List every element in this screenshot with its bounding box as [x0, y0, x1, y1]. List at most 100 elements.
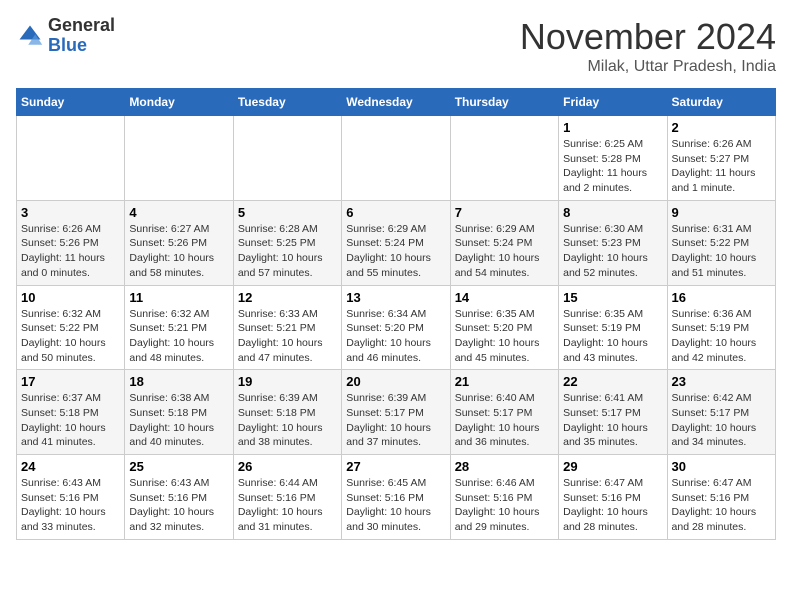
calendar-table: SundayMondayTuesdayWednesdayThursdayFrid…	[16, 88, 776, 540]
day-info: Sunrise: 6:32 AMSunset: 5:21 PMDaylight:…	[129, 307, 228, 366]
day-number: 25	[129, 459, 228, 474]
calendar-cell: 29 Sunrise: 6:47 AMSunset: 5:16 PMDayligh…	[559, 455, 667, 540]
calendar-cell: 12 Sunrise: 6:33 AMSunset: 5:21 PMDayligh…	[233, 285, 341, 370]
day-number: 14	[455, 290, 554, 305]
calendar-cell: 18 Sunrise: 6:38 AMSunset: 5:18 PMDayligh…	[125, 370, 233, 455]
calendar-cell: 19 Sunrise: 6:39 AMSunset: 5:18 PMDayligh…	[233, 370, 341, 455]
day-info: Sunrise: 6:33 AMSunset: 5:21 PMDaylight:…	[238, 307, 337, 366]
weekday-header-tuesday: Tuesday	[233, 89, 341, 116]
calendar-week-0: 1 Sunrise: 6:25 AMSunset: 5:28 PMDaylight…	[17, 116, 776, 201]
day-number: 1	[563, 120, 662, 135]
day-number: 3	[21, 205, 120, 220]
calendar-cell: 25 Sunrise: 6:43 AMSunset: 5:16 PMDayligh…	[125, 455, 233, 540]
day-info: Sunrise: 6:35 AMSunset: 5:20 PMDaylight:…	[455, 307, 554, 366]
logo-general: General	[48, 15, 115, 35]
day-info: Sunrise: 6:41 AMSunset: 5:17 PMDaylight:…	[563, 391, 662, 450]
day-number: 17	[21, 374, 120, 389]
day-info: Sunrise: 6:46 AMSunset: 5:16 PMDaylight:…	[455, 476, 554, 535]
day-info: Sunrise: 6:25 AMSunset: 5:28 PMDaylight:…	[563, 137, 662, 196]
calendar-week-4: 24 Sunrise: 6:43 AMSunset: 5:16 PMDayligh…	[17, 455, 776, 540]
calendar-cell: 24 Sunrise: 6:43 AMSunset: 5:16 PMDayligh…	[17, 455, 125, 540]
calendar-header: SundayMondayTuesdayWednesdayThursdayFrid…	[17, 89, 776, 116]
day-number: 13	[346, 290, 445, 305]
calendar-cell: 10Sunrise: 6:32 AMSunset: 5:22 PMDayligh…	[17, 285, 125, 370]
calendar-cell	[233, 116, 341, 201]
calendar-cell: 28 Sunrise: 6:46 AMSunset: 5:16 PMDayligh…	[450, 455, 558, 540]
day-info: Sunrise: 6:47 AMSunset: 5:16 PMDaylight:…	[672, 476, 771, 535]
day-number: 26	[238, 459, 337, 474]
weekday-header-row: SundayMondayTuesdayWednesdayThursdayFrid…	[17, 89, 776, 116]
calendar-cell: 20Sunrise: 6:39 AMSunset: 5:17 PMDayligh…	[342, 370, 450, 455]
day-info: Sunrise: 6:27 AMSunset: 5:26 PMDaylight:…	[129, 222, 228, 281]
calendar-cell: 3 Sunrise: 6:26 AMSunset: 5:26 PMDaylight…	[17, 200, 125, 285]
month-title: November 2024	[520, 16, 776, 58]
calendar-week-3: 17Sunrise: 6:37 AMSunset: 5:18 PMDayligh…	[17, 370, 776, 455]
calendar-cell: 8 Sunrise: 6:30 AMSunset: 5:23 PMDaylight…	[559, 200, 667, 285]
weekday-header-monday: Monday	[125, 89, 233, 116]
calendar-cell: 14 Sunrise: 6:35 AMSunset: 5:20 PMDayligh…	[450, 285, 558, 370]
weekday-header-friday: Friday	[559, 89, 667, 116]
day-number: 16	[672, 290, 771, 305]
calendar-cell: 11 Sunrise: 6:32 AMSunset: 5:21 PMDayligh…	[125, 285, 233, 370]
day-info: Sunrise: 6:29 AMSunset: 5:24 PMDaylight:…	[455, 222, 554, 281]
day-info: Sunrise: 6:35 AMSunset: 5:19 PMDaylight:…	[563, 307, 662, 366]
day-info: Sunrise: 6:26 AMSunset: 5:27 PMDaylight:…	[672, 137, 771, 196]
day-number: 11	[129, 290, 228, 305]
calendar-cell	[450, 116, 558, 201]
day-number: 6	[346, 205, 445, 220]
weekday-header-thursday: Thursday	[450, 89, 558, 116]
calendar-cell: 22Sunrise: 6:41 AMSunset: 5:17 PMDayligh…	[559, 370, 667, 455]
day-number: 24	[21, 459, 120, 474]
day-info: Sunrise: 6:39 AMSunset: 5:18 PMDaylight:…	[238, 391, 337, 450]
day-number: 18	[129, 374, 228, 389]
day-number: 8	[563, 205, 662, 220]
day-number: 12	[238, 290, 337, 305]
day-number: 28	[455, 459, 554, 474]
calendar-cell	[17, 116, 125, 201]
day-info: Sunrise: 6:43 AMSunset: 5:16 PMDaylight:…	[21, 476, 120, 535]
day-info: Sunrise: 6:31 AMSunset: 5:22 PMDaylight:…	[672, 222, 771, 281]
day-info: Sunrise: 6:30 AMSunset: 5:23 PMDaylight:…	[563, 222, 662, 281]
day-info: Sunrise: 6:44 AMSunset: 5:16 PMDaylight:…	[238, 476, 337, 535]
day-info: Sunrise: 6:26 AMSunset: 5:26 PMDaylight:…	[21, 222, 120, 281]
calendar-cell: 17Sunrise: 6:37 AMSunset: 5:18 PMDayligh…	[17, 370, 125, 455]
day-info: Sunrise: 6:38 AMSunset: 5:18 PMDaylight:…	[129, 391, 228, 450]
day-number: 23	[672, 374, 771, 389]
calendar-cell: 9Sunrise: 6:31 AMSunset: 5:22 PMDaylight…	[667, 200, 775, 285]
calendar-cell: 1 Sunrise: 6:25 AMSunset: 5:28 PMDaylight…	[559, 116, 667, 201]
calendar-week-2: 10Sunrise: 6:32 AMSunset: 5:22 PMDayligh…	[17, 285, 776, 370]
day-info: Sunrise: 6:40 AMSunset: 5:17 PMDaylight:…	[455, 391, 554, 450]
day-info: Sunrise: 6:32 AMSunset: 5:22 PMDaylight:…	[21, 307, 120, 366]
day-info: Sunrise: 6:47 AMSunset: 5:16 PMDaylight:…	[563, 476, 662, 535]
title-area: November 2024 Milak, Uttar Pradesh, Indi…	[520, 16, 776, 76]
day-number: 21	[455, 374, 554, 389]
day-number: 19	[238, 374, 337, 389]
day-info: Sunrise: 6:43 AMSunset: 5:16 PMDaylight:…	[129, 476, 228, 535]
day-number: 15	[563, 290, 662, 305]
day-number: 29	[563, 459, 662, 474]
calendar-cell: 5 Sunrise: 6:28 AMSunset: 5:25 PMDaylight…	[233, 200, 341, 285]
day-info: Sunrise: 6:39 AMSunset: 5:17 PMDaylight:…	[346, 391, 445, 450]
logo-icon	[16, 22, 44, 50]
day-number: 5	[238, 205, 337, 220]
calendar-cell: 30 Sunrise: 6:47 AMSunset: 5:16 PMDayligh…	[667, 455, 775, 540]
calendar-cell: 15 Sunrise: 6:35 AMSunset: 5:19 PMDayligh…	[559, 285, 667, 370]
logo: General Blue	[16, 16, 115, 56]
calendar-cell: 16Sunrise: 6:36 AMSunset: 5:19 PMDayligh…	[667, 285, 775, 370]
calendar-cell: 27Sunrise: 6:45 AMSunset: 5:16 PMDayligh…	[342, 455, 450, 540]
day-info: Sunrise: 6:28 AMSunset: 5:25 PMDaylight:…	[238, 222, 337, 281]
calendar-cell: 4Sunrise: 6:27 AMSunset: 5:26 PMDaylight…	[125, 200, 233, 285]
day-info: Sunrise: 6:29 AMSunset: 5:24 PMDaylight:…	[346, 222, 445, 281]
calendar-week-1: 3 Sunrise: 6:26 AMSunset: 5:26 PMDaylight…	[17, 200, 776, 285]
day-number: 30	[672, 459, 771, 474]
day-number: 7	[455, 205, 554, 220]
calendar-cell: 23 Sunrise: 6:42 AMSunset: 5:17 PMDayligh…	[667, 370, 775, 455]
calendar-cell	[342, 116, 450, 201]
day-number: 2	[672, 120, 771, 135]
calendar-cell	[125, 116, 233, 201]
calendar-cell: 6 Sunrise: 6:29 AMSunset: 5:24 PMDaylight…	[342, 200, 450, 285]
logo-blue: Blue	[48, 35, 87, 55]
day-info: Sunrise: 6:42 AMSunset: 5:17 PMDaylight:…	[672, 391, 771, 450]
weekday-header-sunday: Sunday	[17, 89, 125, 116]
calendar-cell: 26 Sunrise: 6:44 AMSunset: 5:16 PMDayligh…	[233, 455, 341, 540]
